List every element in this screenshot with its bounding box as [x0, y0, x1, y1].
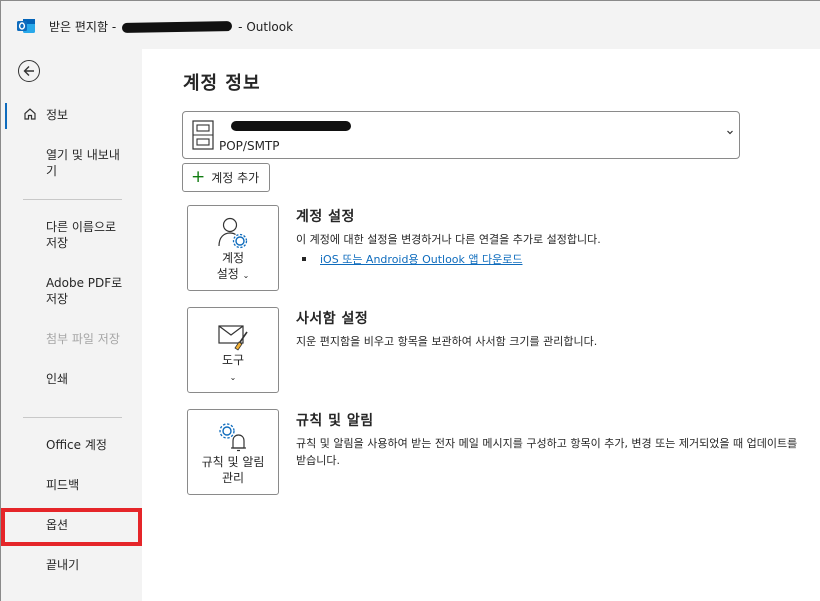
manage-rules-label-1: 규칙 및 알림 — [201, 455, 265, 469]
section-description: 규칙 및 알림을 사용하여 받는 전자 메일 메시지를 구성하고 항목이 추가,… — [296, 437, 798, 467]
outlook-app-icon — [17, 19, 35, 33]
window-frame: 받은 편지함 - - Outlook 정보 열기 및 내보내기 다른 이름으로 … — [0, 0, 820, 601]
tools-button[interactable]: 도구 ⌄ — [187, 307, 279, 393]
sidebar-item-info[interactable]: 정보 — [5, 103, 138, 129]
download-mobile-app-link[interactable]: iOS 또는 Android용 Outlook 앱 다운로드 — [296, 251, 806, 267]
rules-alerts-icon — [219, 423, 246, 452]
sidebar-item-feedback[interactable]: 피드백 — [6, 477, 138, 493]
sidebar-item-label: Office 계정 — [46, 438, 107, 452]
section-title: 사서함 설정 — [296, 311, 369, 327]
title-suffix: - Outlook — [238, 19, 294, 34]
sidebar-item-label: 끝내기 — [46, 558, 80, 572]
back-arrow-icon — [23, 66, 34, 76]
account-settings-icon — [218, 217, 248, 249]
tools-label: 도구 — [221, 353, 245, 367]
sidebar-item-label: 첨부 파일 저장 — [46, 332, 120, 346]
account-selector[interactable]: POP/SMTP — [182, 111, 740, 159]
mailbox-settings-section: 사서함 설정 지운 편지함을 비우고 항목을 보관하여 사서함 크기를 관리합니… — [296, 308, 806, 350]
sidebar-item-office-account[interactable]: Office 계정 — [6, 437, 138, 453]
section-title: 계정 설정 — [296, 209, 355, 225]
account-settings-section: 계정 설정 이 계정에 대한 설정을 변경하거나 다른 연결을 추가로 설정합니… — [296, 206, 806, 267]
back-button[interactable] — [18, 60, 40, 82]
sidebar-item-save-adobe-pdf[interactable]: Adobe PDF로 저장 — [6, 275, 138, 307]
account-type: POP/SMTP — [219, 139, 280, 153]
title-prefix: 받은 편지함 - — [49, 20, 117, 34]
account-settings-label-1: 계정 — [221, 251, 245, 265]
sidebar-item-exit[interactable]: 끝내기 — [6, 557, 138, 573]
plus-icon: + — [191, 167, 206, 187]
manage-rules-label-2: 관리 — [221, 471, 245, 485]
home-icon — [24, 108, 36, 120]
redacted-account-name — [122, 20, 233, 33]
page-title: 계정 정보 — [183, 73, 261, 94]
account-info-pane: 계정 정보 POP/SMTP + 계정 추가 계정 설정 ⌄ 계정 설정 이 계… — [142, 49, 820, 601]
account-settings-button[interactable]: 계정 설정 ⌄ — [187, 205, 279, 291]
backstage-sidebar: 정보 열기 및 내보내기 다른 이름으로 저장 Adobe PDF로 저장 첨부… — [1, 49, 142, 601]
sidebar-item-label: 인쇄 — [46, 372, 69, 386]
options-highlight-box — [1, 508, 142, 546]
mailbox-icon — [192, 120, 214, 150]
sidebar-separator — [23, 417, 122, 418]
sidebar-item-open-export[interactable]: 열기 및 내보내기 — [6, 147, 138, 179]
add-account-label: 계정 추가 — [211, 171, 260, 185]
section-description: 이 계정에 대한 설정을 변경하거나 다른 연결을 추가로 설정합니다. — [296, 233, 601, 246]
rules-alerts-section: 규칙 및 알림 규칙 및 알림을 사용하여 받는 전자 메일 메시지를 구성하고… — [296, 410, 806, 469]
manage-rules-alerts-button[interactable]: 규칙 및 알림 관리 — [187, 409, 279, 495]
section-title: 규칙 및 알림 — [296, 413, 374, 429]
sidebar-item-save-as[interactable]: 다른 이름으로 저장 — [6, 219, 138, 251]
chevron-down-icon: ⌄ — [242, 271, 250, 280]
sidebar-item-label: 다른 이름으로 저장 — [46, 220, 117, 250]
chevron-down-icon: ⌄ — [229, 373, 237, 382]
account-settings-label-2: 설정 — [216, 267, 239, 281]
sidebar-item-print[interactable]: 인쇄 — [6, 371, 138, 387]
sidebar-item-label: Adobe PDF로 저장 — [46, 276, 123, 306]
sidebar-item-label: 열기 및 내보내기 — [46, 148, 120, 178]
add-account-button[interactable]: + 계정 추가 — [182, 163, 271, 192]
sidebar-item-save-attachments: 첨부 파일 저장 — [6, 331, 138, 347]
section-description: 지운 편지함을 비우고 항목을 보관하여 사서함 크기를 관리합니다. — [296, 335, 598, 348]
window-title: 받은 편지함 - - Outlook — [49, 18, 293, 35]
title-bar: 받은 편지함 - - Outlook — [1, 1, 820, 49]
sidebar-item-label: 피드백 — [46, 478, 80, 492]
chevron-down-icon — [727, 130, 733, 135]
mailbox-cleanup-icon — [218, 325, 248, 351]
redacted-account-email — [231, 121, 351, 131]
sidebar-separator — [23, 199, 122, 200]
